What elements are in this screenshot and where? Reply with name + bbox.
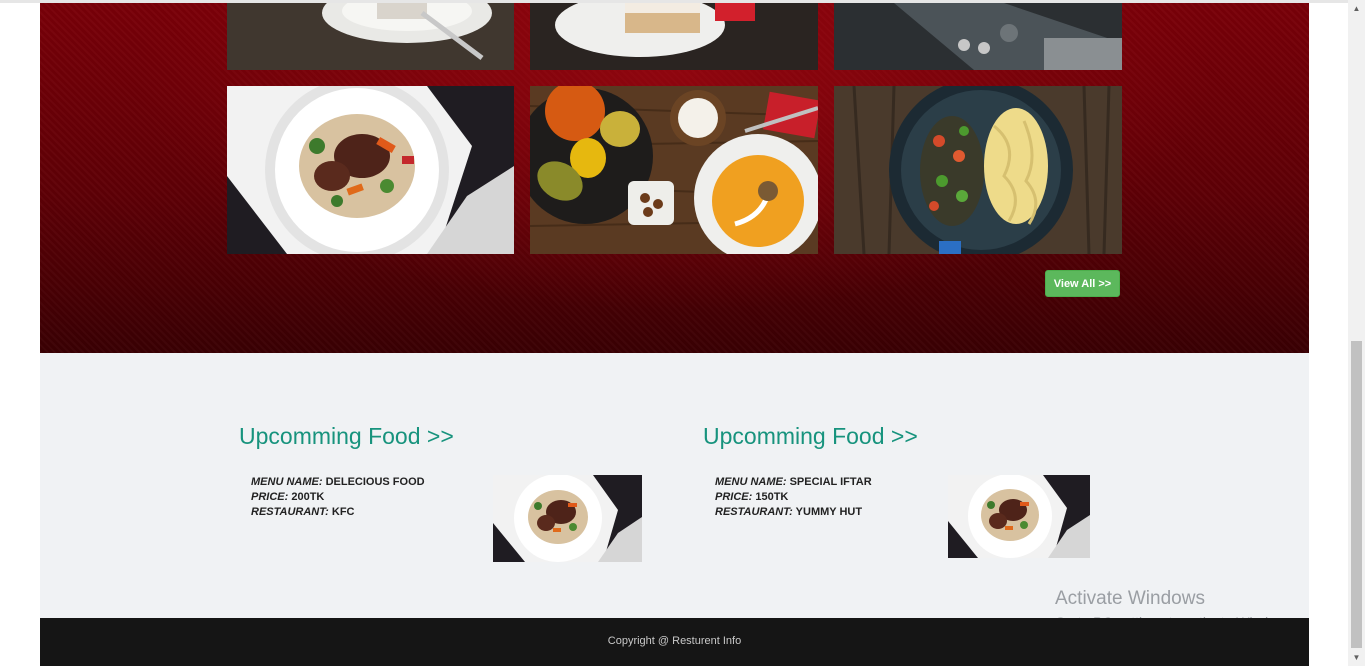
gallery-photo-meat-plate[interactable]	[227, 86, 514, 254]
copyright-text: Copyright @ Resturent Info	[607, 635, 742, 647]
upcoming-food-title[interactable]: Upcomming Food >>	[703, 423, 1123, 450]
upcoming-food-details: MENU NAME: SPECIAL IFTAR PRICE: 150TK RE…	[715, 475, 872, 520]
menu-name-value: SPECIAL IFTAR	[789, 476, 872, 488]
restaurant-label: RESTAURANT:	[715, 506, 793, 518]
gallery-photo-grill[interactable]	[834, 3, 1122, 70]
gallery-photo-dessert-plate[interactable]	[227, 3, 514, 70]
upcoming-food-details: MENU NAME: DELECIOUS FOOD PRICE: 200TK R…	[251, 475, 425, 520]
scroll-up-arrow-icon[interactable]: ▲	[1348, 0, 1365, 17]
upcoming-food-title[interactable]: Upcomming Food >>	[239, 423, 659, 450]
restaurant-value: YUMMY HUT	[795, 506, 863, 518]
gallery-photo-cake-slice[interactable]	[530, 3, 818, 70]
food-gallery-section: View All >>	[40, 3, 1309, 353]
scroll-down-arrow-icon[interactable]: ▼	[1348, 649, 1365, 666]
price-value: 150TK	[755, 491, 789, 503]
upcoming-food-image-2[interactable]	[948, 475, 1090, 558]
upcoming-food-section: Upcomming Food >> MENU NAME: DELECIOUS F…	[40, 353, 1309, 618]
restaurant-label: RESTAURANT:	[251, 506, 329, 518]
upcoming-food-image-1[interactable]	[493, 475, 642, 562]
menu-name-label: MENU NAME:	[251, 476, 323, 488]
menu-name-label: MENU NAME:	[715, 476, 787, 488]
watermark-title: Activate Windows	[1055, 588, 1205, 609]
price-value: 200TK	[291, 491, 325, 503]
view-all-button[interactable]: View All >>	[1045, 270, 1120, 297]
footer: Copyright @ Resturent Info	[40, 618, 1309, 666]
vertical-scrollbar[interactable]: ▲ ▼	[1348, 0, 1365, 666]
scrollbar-thumb[interactable]	[1351, 341, 1362, 648]
price-label: PRICE:	[715, 491, 753, 503]
price-label: PRICE:	[251, 491, 289, 503]
restaurant-value: KFC	[331, 506, 355, 518]
gallery-photo-pumpkin-soup[interactable]	[530, 86, 818, 254]
menu-name-value: DELECIOUS FOOD	[325, 476, 425, 488]
gallery-photo-pasta-pan[interactable]	[834, 86, 1122, 254]
page: View All >> Upcomming Food >> MENU NAME:…	[0, 0, 1365, 666]
